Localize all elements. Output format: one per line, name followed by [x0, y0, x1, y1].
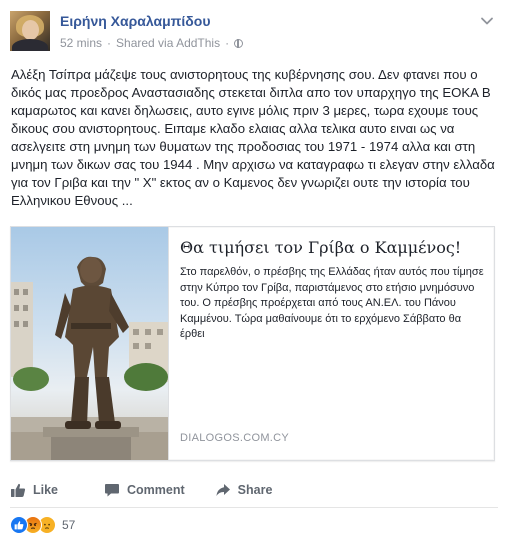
link-preview-domain: DIALOGOS.COM.CY: [180, 432, 290, 444]
comment-icon: [105, 484, 120, 497]
comment-button[interactable]: Comment: [104, 482, 185, 498]
thumbs-up-icon: [11, 483, 26, 497]
share-label: Share: [237, 483, 273, 497]
link-preview-image[interactable]: [11, 227, 169, 460]
share-arrow-icon: [216, 484, 230, 496]
like-reaction-icon: [10, 516, 28, 534]
meta-separator: ·: [107, 36, 112, 50]
globe-icon[interactable]: [234, 38, 244, 48]
statue-illustration: [11, 256, 168, 460]
meta-separator-2: ·: [225, 36, 230, 50]
link-preview-description: Στο παρελθόν, ο πρέσβης της Ελλάδας ήταν…: [180, 266, 484, 340]
author-name[interactable]: Ειρήνη Χαραλαμπίδου: [60, 13, 210, 29]
link-preview-title[interactable]: Θα τιμήσει τον Γρίβα ο Καμμένος!: [180, 237, 486, 258]
reaction-count[interactable]: 57: [62, 518, 75, 532]
post-text: Αλέξη Τσίπρα μάζεψε τους ανιστορητους τη…: [11, 67, 495, 208]
post-meta: 52 mins · Shared via AddThis ·: [60, 36, 244, 50]
post-timestamp[interactable]: 52 mins: [60, 36, 102, 50]
link-preview-card[interactable]: Θα τιμήσει τον Γρίβα ο Καμμένος! Στο παρ…: [10, 226, 495, 461]
share-button[interactable]: Share: [215, 482, 273, 498]
reactions-summary[interactable]: 57: [10, 516, 75, 534]
post-actions: Like Comment Share: [10, 476, 495, 504]
like-button[interactable]: Like: [10, 482, 58, 498]
chevron-down-icon[interactable]: [480, 14, 494, 28]
divider: [10, 507, 498, 508]
like-label: Like: [33, 483, 59, 497]
avatar[interactable]: [10, 11, 50, 51]
facebook-post: Ειρήνη Χαραλαμπίδου 52 mins · Shared via…: [0, 0, 508, 544]
comment-label: Comment: [127, 483, 185, 497]
shared-via: Shared via AddThis: [116, 36, 221, 50]
